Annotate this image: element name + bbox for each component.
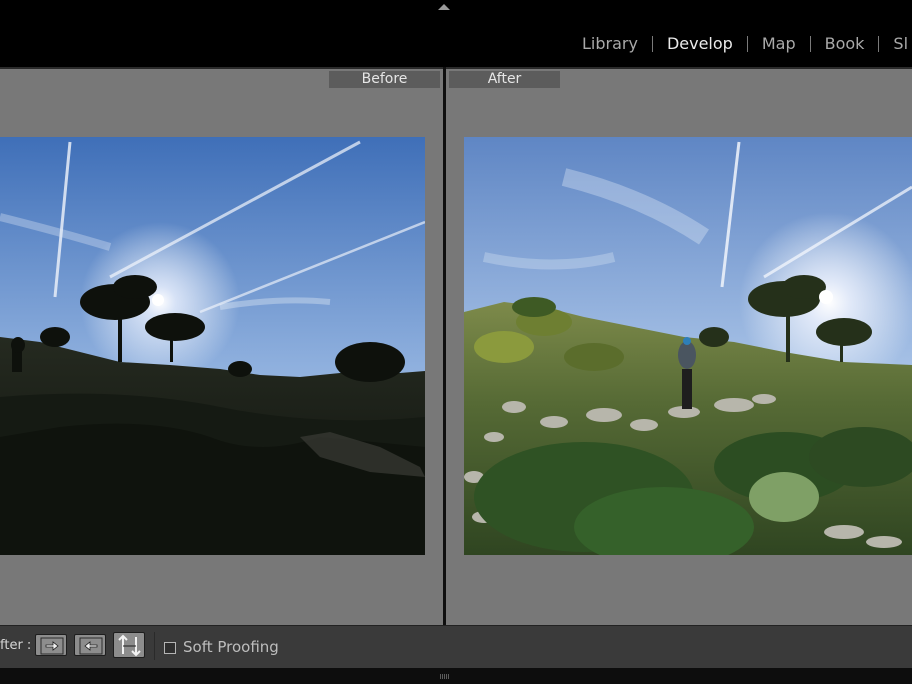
before-label: Before [329, 71, 440, 88]
swap-before-after-icon [118, 634, 141, 657]
top-panel-toggle-icon[interactable] [438, 4, 450, 10]
copy-before-to-after-button[interactable] [35, 634, 67, 656]
before-photo[interactable] [0, 137, 425, 555]
toolbar-separator [154, 632, 155, 660]
module-map[interactable]: Map [748, 34, 810, 54]
module-book[interactable]: Book [811, 34, 879, 54]
soft-proofing-label[interactable]: Soft Proofing [183, 638, 279, 656]
compare-divider [443, 67, 446, 625]
module-slideshow[interactable]: Sl [879, 34, 912, 54]
panel-border [0, 67, 912, 69]
copy-after-to-before-icon [79, 637, 103, 655]
swap-before-after-button[interactable] [113, 632, 145, 658]
soft-proofing-checkbox[interactable] [164, 642, 176, 654]
after-label: After [449, 71, 560, 88]
grip-icon[interactable] [440, 674, 450, 679]
module-picker: Library Develop Map Book Sl [568, 34, 912, 54]
module-picker-bar: Library Develop Map Book Sl [0, 0, 912, 67]
after-photo[interactable] [464, 137, 912, 555]
copy-before-to-after-icon [40, 637, 64, 655]
before-after-label: fter : [0, 638, 32, 653]
module-library[interactable]: Library [568, 34, 652, 54]
filmstrip-panel-toggle[interactable] [0, 668, 912, 684]
module-develop[interactable]: Develop [653, 34, 747, 54]
copy-after-to-before-button[interactable] [74, 634, 106, 656]
compare-toolbar: fter : Soft Proofing [0, 625, 912, 669]
